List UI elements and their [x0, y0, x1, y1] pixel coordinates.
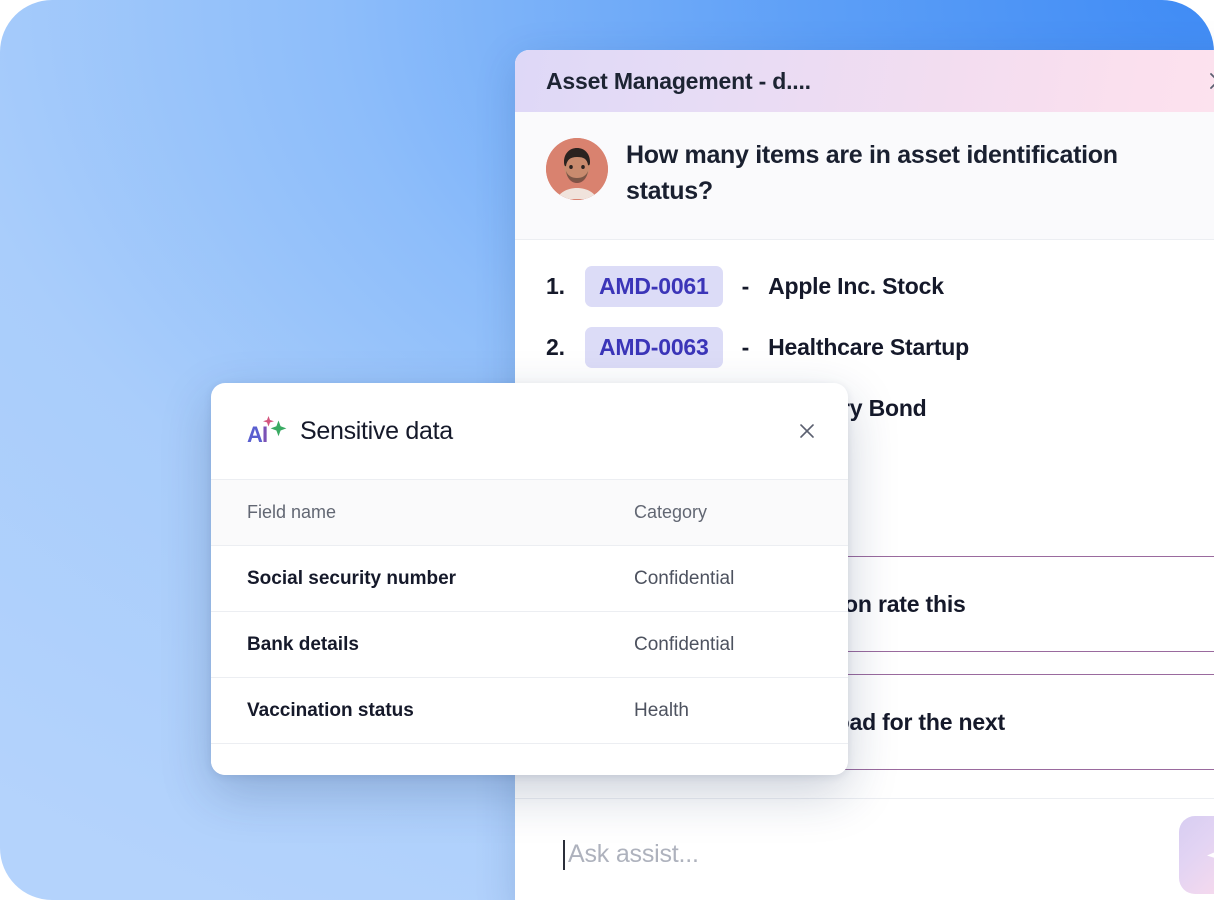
- svg-text:I: I: [262, 422, 268, 447]
- cell-category: Health: [634, 699, 689, 721]
- table-body: Social security number Confidential Bank…: [211, 546, 848, 744]
- cell-field-name: Vaccination status: [247, 699, 414, 721]
- modal-title: Sensitive data: [300, 416, 453, 445]
- table-header: Field name Category: [211, 479, 848, 546]
- list-item-index: 1.: [546, 273, 565, 299]
- list-item-dash: -: [741, 273, 750, 299]
- ai-sparkle-icon: A I: [247, 416, 287, 447]
- cell-field-name: Bank details: [247, 633, 359, 655]
- table-row[interactable]: Social security number Confidential: [211, 546, 848, 612]
- modal-footer: [211, 744, 848, 775]
- close-icon[interactable]: [1205, 68, 1214, 94]
- modal-header: A I Sensitive data: [211, 383, 848, 479]
- list-item: 1. AMD-0061 - Apple Inc. Stock: [546, 266, 1214, 307]
- list-item-index: 2.: [546, 334, 565, 360]
- send-paper-plane-icon: [1207, 851, 1214, 858]
- list-item-dash: -: [741, 334, 750, 360]
- table-row[interactable]: Bank details Confidential: [211, 612, 848, 678]
- cell-category: Confidential: [634, 567, 735, 589]
- status-badge[interactable]: AMD-0063: [585, 327, 723, 368]
- sensitive-data-table: Field name Category Social security numb…: [211, 479, 848, 744]
- message-input-bar: Ask assist...: [515, 798, 1214, 900]
- column-header-field-name: Field name: [247, 502, 337, 522]
- list-item: 2. AMD-0063 - Healthcare Startup: [546, 327, 1214, 368]
- send-button[interactable]: [1179, 815, 1214, 894]
- table-row[interactable]: Vaccination status Health: [211, 678, 848, 744]
- question-text: How many items are in asset identificati…: [626, 141, 1118, 205]
- search-input[interactable]: Ask assist...: [563, 839, 1179, 870]
- chat-title: Asset Management - d....: [546, 67, 811, 94]
- svg-text:A: A: [247, 422, 263, 447]
- input-placeholder: Ask assist...: [568, 840, 699, 868]
- sensitive-data-modal: A I Sensitive data Field name Category S…: [211, 383, 848, 775]
- avatar: [546, 138, 608, 200]
- user-question-block: How many items are in asset identificati…: [515, 112, 1214, 240]
- close-icon[interactable]: [794, 418, 820, 444]
- status-badge[interactable]: AMD-0061: [585, 266, 723, 307]
- list-item-label: Healthcare Startup: [768, 334, 969, 360]
- cell-category: Confidential: [634, 633, 735, 655]
- table-header-row: Field name Category: [211, 479, 848, 546]
- chat-header: Asset Management - d....: [515, 50, 1214, 112]
- cell-field-name: Social security number: [247, 567, 457, 589]
- list-item-label: Apple Inc. Stock: [768, 273, 944, 299]
- text-caret: [563, 839, 565, 870]
- app-root: Asset Management - d.... How many items …: [0, 0, 1214, 900]
- column-header-category: Category: [634, 502, 708, 522]
